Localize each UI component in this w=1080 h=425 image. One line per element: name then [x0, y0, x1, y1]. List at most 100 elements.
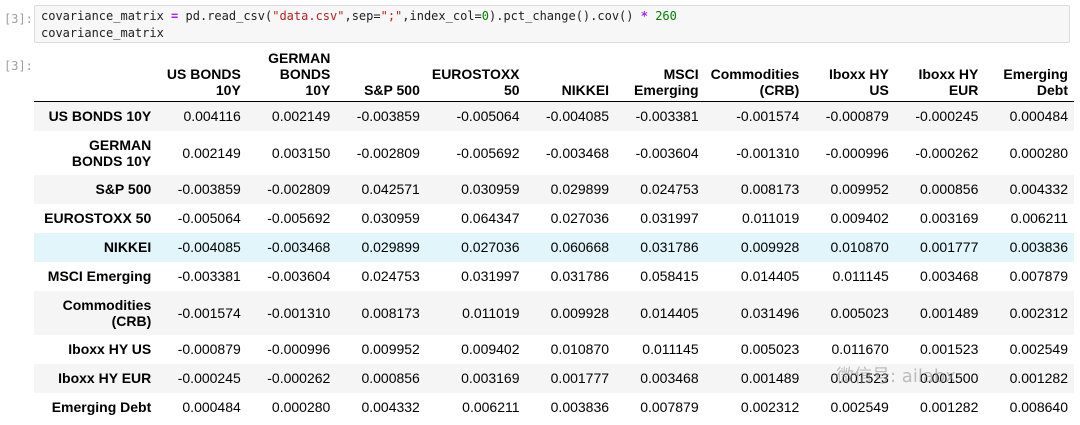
table-cell: 0.002312: [740, 399, 800, 415]
table-cell: 0.000856: [919, 181, 979, 197]
code-token: ";": [380, 9, 403, 23]
table-cell: -0.000262: [915, 144, 979, 161]
index-header-cell: [34, 50, 158, 102]
column-header: US BONDS 10Y: [157, 50, 247, 102]
table-cell: 0.031997: [461, 268, 520, 284]
table-cell: 0.014405: [640, 304, 699, 321]
table-cell: -0.000879: [177, 341, 241, 357]
table-cell: 0.000484: [182, 399, 241, 415]
code-token: "data.csv": [272, 9, 345, 23]
code-input-area[interactable]: covariance_matrix = pd.read_csv("data.cs…: [34, 5, 1070, 43]
table-cell: 0.002149: [182, 144, 241, 161]
table-cell: 0.000484: [1009, 108, 1068, 125]
code-token: ,index_col=: [402, 9, 482, 23]
table-cell: -0.005064: [177, 210, 241, 226]
table-cell: 0.001777: [919, 239, 979, 255]
column-header: S&P 500: [336, 50, 426, 102]
table-cell: 0.030959: [361, 210, 420, 226]
table-cell: 0.008173: [361, 304, 420, 321]
table-cell: -0.005064: [456, 108, 520, 125]
table-cell: 0.006211: [462, 399, 520, 415]
table-cell: -0.000996: [825, 144, 889, 161]
row-label: Iboxx HY EUR: [58, 370, 152, 386]
table-cell: 0.004332: [361, 399, 420, 415]
table-cell: -0.003381: [177, 268, 241, 284]
table-cell: 0.008173: [740, 181, 800, 197]
column-header: MSCI Emerging: [615, 50, 705, 102]
table-cell: 0.029899: [550, 181, 610, 197]
table-cell: -0.002809: [356, 144, 420, 161]
table-row: NIKKEI -0.004085 -0.003468 0.029899 0.027036…: [34, 232, 1074, 262]
table-cell: 0.000280: [271, 399, 331, 415]
table-cell: 0.031786: [640, 239, 699, 255]
table-cell: 0.060668: [550, 239, 610, 255]
code-token: 260: [655, 9, 677, 23]
table-cell: 0.001500: [919, 370, 979, 386]
code-token: ,sep=: [344, 9, 381, 23]
table-row: GERMAN BONDS 10Y 0.002149 0.003150 -0.00280…: [34, 131, 1074, 175]
covariance-table: US BONDS 10Y GERMAN BONDS 10Y S&P 500 EU…: [34, 50, 1074, 422]
table-cell: 0.005023: [830, 304, 889, 321]
table-body: US BONDS 10Y 0.004116 0.002149 -0.003859 -0.…: [34, 101, 1074, 422]
table-cell: -0.005692: [267, 210, 331, 226]
table-cell: 0.027036: [461, 239, 520, 255]
code-line-1: covariance_matrix = pd.read_csv("data.cs…: [41, 9, 677, 23]
table-cell: 0.001523: [919, 341, 979, 357]
table-cell: 0.003169: [919, 210, 979, 226]
table-cell: 0.014405: [740, 268, 800, 284]
header-row: US BONDS 10Y GERMAN BONDS 10Y S&P 500 EU…: [34, 50, 1074, 102]
column-header: GERMAN BONDS 10Y: [246, 50, 337, 102]
table-cell: 0.001282: [1009, 370, 1068, 386]
column-header: EUROSTOXX 50: [425, 50, 526, 102]
table-cell: 0.009928: [550, 304, 610, 321]
output-area: US BONDS 10Y GERMAN BONDS 10Y S&P 500 EU…: [34, 50, 1074, 422]
table-cell: 0.011019: [462, 304, 520, 321]
table-cell: -0.003859: [356, 108, 420, 125]
table-cell: -0.003604: [267, 268, 331, 284]
table-cell: 0.004116: [183, 108, 241, 125]
table-cell: 0.031786: [550, 268, 610, 284]
code-token: ).pct_change().cov(): [489, 9, 641, 23]
table-cell: 0.009402: [461, 341, 520, 357]
column-header: Emerging Debt: [984, 50, 1074, 102]
table-cell: -0.004085: [545, 108, 610, 125]
row-label: S&P 500: [95, 181, 152, 197]
table-cell: -0.000245: [915, 108, 979, 125]
table-row: Commodities (CRB) -0.001574 -0.001310 0.008…: [34, 290, 1074, 335]
table-cell: 0.003468: [640, 370, 699, 386]
table-cell: 0.029899: [361, 239, 420, 255]
table-cell: -0.004085: [177, 239, 241, 255]
table-cell: 0.003150: [271, 144, 331, 161]
table-row: MSCI Emerging -0.003381 -0.003604 0.024753 0…: [34, 262, 1074, 291]
table-cell: -0.001574: [177, 304, 241, 321]
table-cell: -0.003468: [267, 239, 331, 255]
table-cell: -0.000262: [267, 370, 331, 386]
table-cell: 0.000280: [1009, 144, 1068, 161]
table-cell: 0.030959: [461, 181, 520, 197]
row-label: Iboxx HY US: [68, 341, 152, 357]
table-cell: 0.006211: [1010, 210, 1068, 226]
table-cell: 0.024753: [361, 268, 420, 284]
table-cell: 0.009402: [830, 210, 889, 226]
table-cell: 0.004332: [1009, 181, 1068, 197]
column-header: Commodities (CRB): [704, 50, 806, 102]
table-cell: 0.024753: [640, 181, 699, 197]
input-prompt: [3]:: [4, 12, 33, 26]
table-cell: -0.001310: [736, 144, 800, 161]
table-cell: 0.031997: [640, 210, 699, 226]
row-label: EUROSTOXX 50: [44, 210, 152, 226]
row-label: NIKKEI: [103, 239, 152, 255]
table-cell: 0.005023: [740, 341, 800, 357]
table-row: US BONDS 10Y 0.004116 0.002149 -0.003859 -0.…: [34, 101, 1074, 131]
table-cell: 0.011145: [832, 268, 889, 284]
table-cell: 0.009952: [830, 181, 889, 197]
table-cell: -0.000996: [267, 341, 331, 357]
table-cell: -0.003859: [177, 181, 241, 197]
table-cell: -0.003381: [635, 108, 699, 125]
table-cell: 0.003169: [461, 370, 520, 386]
table-cell: 0.042571: [361, 181, 420, 197]
table-row: EUROSTOXX 50 -0.005064 -0.005692 0.030959 0.…: [34, 204, 1074, 233]
column-header: Iboxx HY EUR: [894, 50, 985, 102]
output-prompt: [3]:: [4, 59, 33, 73]
row-label: MSCI Emerging: [47, 268, 152, 284]
